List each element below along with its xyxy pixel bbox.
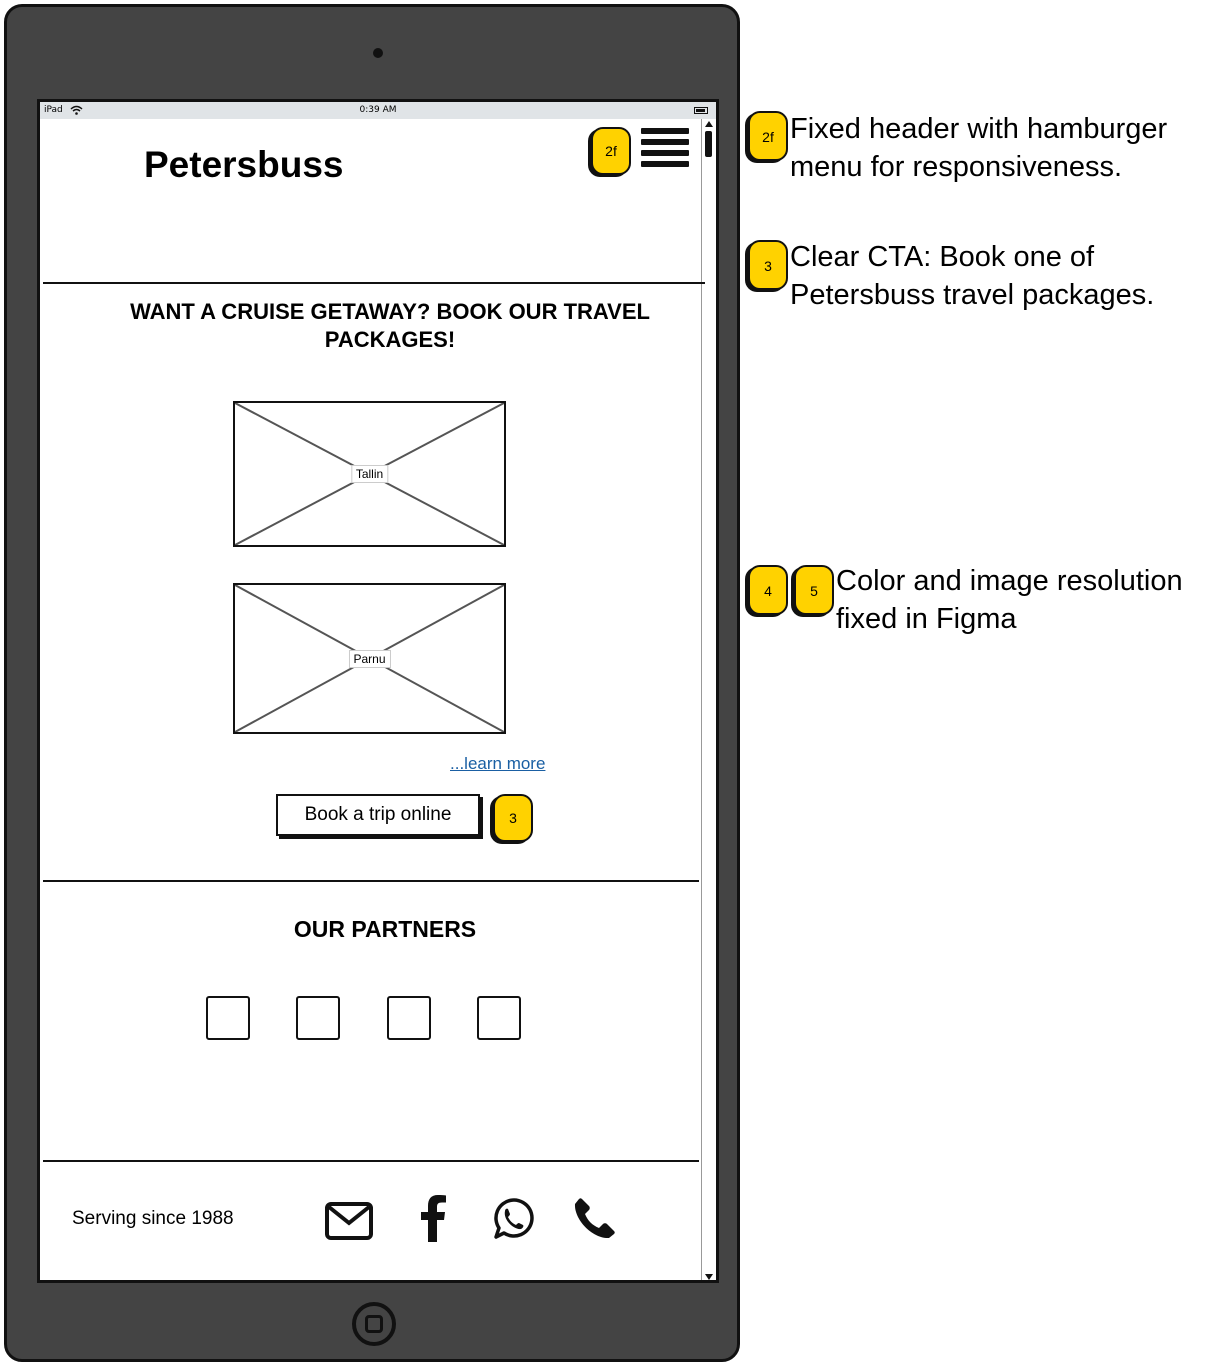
- status-bar: iPad 0:39 AM: [40, 102, 716, 119]
- image-label-tallin: Tallin: [350, 465, 389, 483]
- partner-logo[interactable]: [477, 996, 521, 1040]
- scrollbar[interactable]: [701, 119, 716, 1280]
- envelope-icon[interactable]: [324, 1201, 374, 1241]
- tablet-screen: iPad 0:39 AM Petersbuss 2f WANT A CRUISE…: [37, 99, 719, 1283]
- annotation-note-cta: Clear CTA: Book one of Petersbuss travel…: [790, 241, 1155, 311]
- section-divider: [43, 880, 699, 882]
- annotation-badge-2f: 2f: [748, 111, 788, 161]
- hero-heading: WANT A CRUISE GETAWAY? BOOK OUR TRAVEL P…: [130, 299, 650, 352]
- annotation-badge-2f: 2f: [591, 127, 631, 175]
- footer-tagline: Serving since 1988: [72, 1208, 234, 1229]
- annotation-badge-3: 3: [493, 794, 533, 842]
- image-placeholder-tallin[interactable]: Tallin: [233, 401, 506, 547]
- scroll-thumb[interactable]: [705, 131, 712, 157]
- whatsapp-icon[interactable]: [490, 1197, 534, 1241]
- partners-title: OUR PARTNERS: [293, 916, 477, 942]
- status-time: 0:39 AM: [359, 105, 397, 115]
- annotation-note-figma: Color and image resolution fixed in Figm…: [836, 565, 1183, 635]
- site-logo[interactable]: Petersbuss: [144, 144, 344, 186]
- partner-logo[interactable]: [206, 996, 250, 1040]
- learn-more-link[interactable]: ...learn more: [450, 754, 545, 774]
- battery-icon: [694, 107, 708, 114]
- image-label-parnu: Parnu: [348, 649, 391, 668]
- scroll-up-arrow-icon[interactable]: [705, 121, 713, 127]
- camera-dot: [373, 48, 383, 58]
- annotation-badge-5: 5: [794, 565, 834, 615]
- footer-divider: [43, 1160, 699, 1162]
- partner-logo[interactable]: [387, 996, 431, 1040]
- partner-logo[interactable]: [296, 996, 340, 1040]
- tablet-frame: iPad 0:39 AM Petersbuss 2f WANT A CRUISE…: [4, 4, 740, 1362]
- scroll-down-arrow-icon[interactable]: [705, 1274, 713, 1280]
- hamburger-menu-icon[interactable]: [641, 128, 689, 167]
- book-trip-button[interactable]: Book a trip online: [276, 794, 480, 836]
- image-placeholder-parnu[interactable]: Parnu: [233, 583, 506, 734]
- phone-icon[interactable]: [573, 1197, 615, 1239]
- annotation-badge-3: 3: [748, 240, 788, 290]
- header-divider: [43, 282, 705, 284]
- facebook-icon[interactable]: [418, 1194, 448, 1242]
- annotation-note-header: Fixed header with hamburger menu for res…: [790, 113, 1168, 183]
- home-button[interactable]: [352, 1302, 396, 1346]
- annotation-badge-4: 4: [748, 565, 788, 615]
